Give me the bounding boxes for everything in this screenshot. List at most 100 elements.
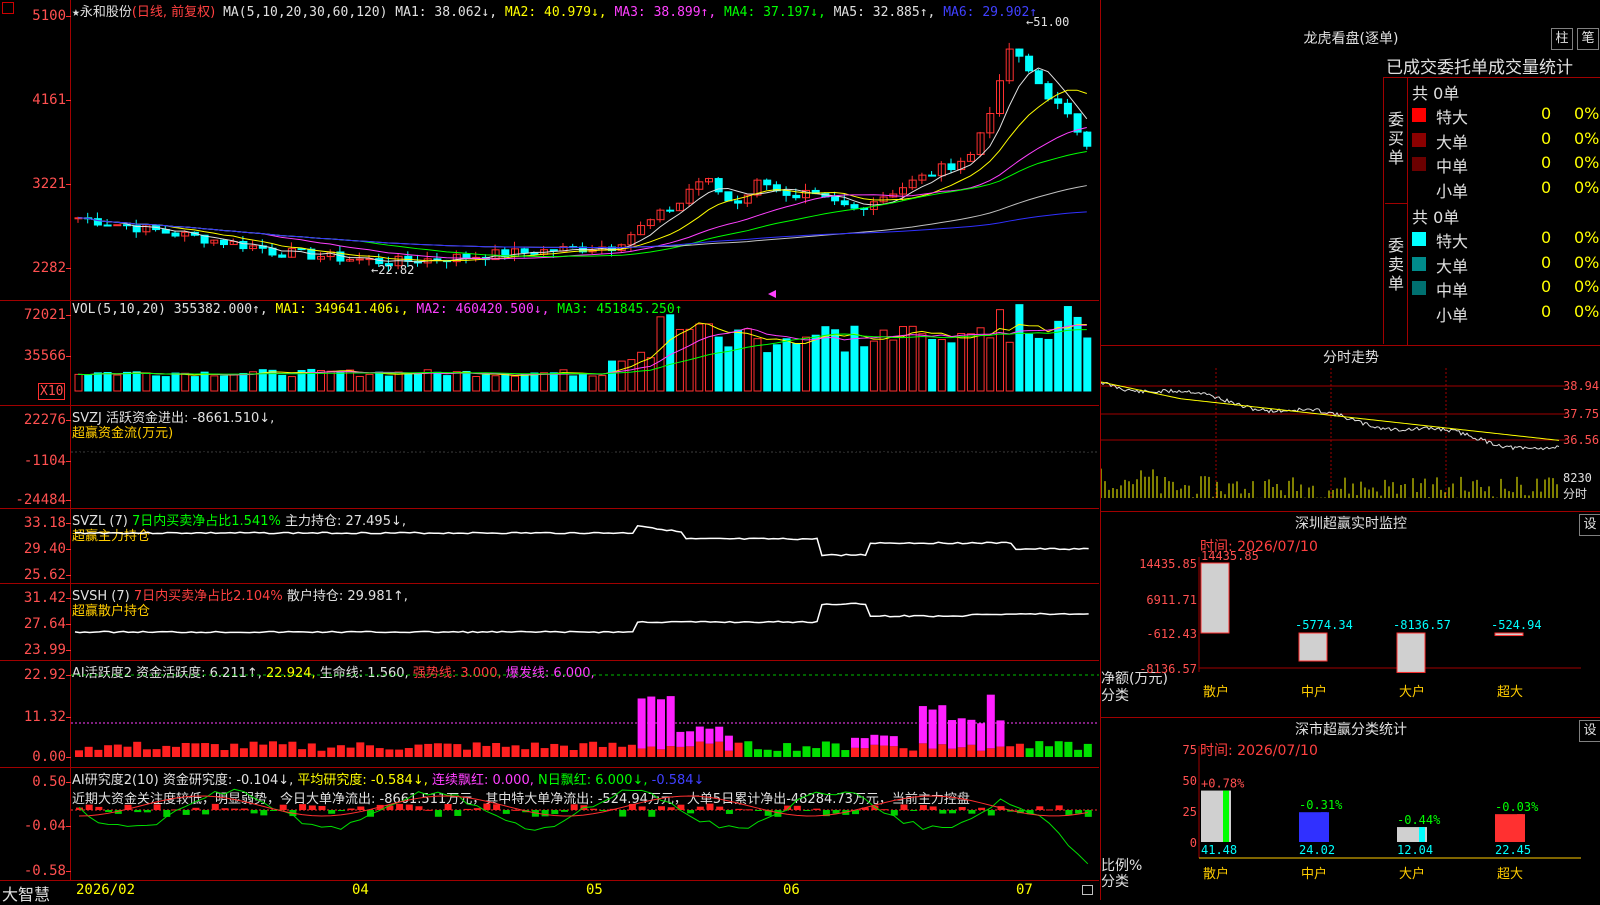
research-bar: [502, 810, 510, 814]
volume-chart[interactable]: [71, 301, 1099, 406]
activity-bar: [249, 741, 258, 757]
tick-mode-button[interactable]: 笔: [1577, 28, 1599, 50]
research-bar: [415, 806, 423, 810]
fund-flow-bar: [319, 452, 323, 453]
volume-bar: [152, 375, 161, 392]
activity-bar: [220, 750, 229, 757]
activity-bar: [1074, 749, 1083, 757]
lhb-cell-p: 0%: [1574, 277, 1600, 296]
monitor-chart[interactable]: 14435.85 6911.71 -612.43 -8136.57 14435.85 散户…: [1101, 512, 1600, 718]
fund-flow-bar: [164, 451, 168, 453]
lhb-cell-v: 0: [1541, 104, 1552, 123]
research-bar: [473, 808, 481, 810]
activity-burst-bar: [986, 694, 995, 749]
fund-flow-bar: [552, 452, 556, 454]
fund-flow-bar: [358, 451, 362, 453]
research-bar: [143, 810, 151, 813]
svzj-pane[interactable]: 22276 -1104 -24484 SVZJ 活跃资金进出: -8661.51…: [0, 405, 1099, 509]
fund-flow-bar: [600, 452, 604, 454]
lock-icon[interactable]: [1082, 885, 1093, 895]
ai2-tick: 0.50: [0, 774, 71, 790]
research-bar: [1065, 810, 1073, 816]
lhb-cell-label: 中单: [1436, 281, 1469, 300]
activity-bar: [957, 747, 966, 757]
kline-chart[interactable]: ←51.00 ←22.82: [71, 0, 1099, 300]
volume-bar: [705, 323, 713, 392]
volume-bar: [763, 352, 772, 392]
svzl-chart[interactable]: [71, 509, 1099, 584]
fund-flow-bar: [1027, 449, 1031, 452]
activity-burst-bar: [918, 706, 927, 744]
research-bar: [949, 810, 956, 814]
svzj-chart[interactable]: [71, 406, 1099, 509]
activity-bar: [1025, 748, 1034, 757]
research-bar: [716, 806, 724, 810]
volume-axis: 72021 35566 X10: [0, 301, 71, 406]
lhb-cell-v: 0: [1541, 252, 1552, 272]
volume-bar: [714, 336, 723, 392]
fund-flow-bar: [338, 451, 342, 453]
classify-chart[interactable]: 75 50 25 0 +0.78% 41.48 散户 -0.31% 24.02 中户 -0.44% 1…: [1101, 718, 1600, 901]
corner-marker[interactable]: [2, 2, 14, 14]
fund-flow-bar: [261, 452, 265, 453]
ai-activity-pane[interactable]: 22.92 11.32 0.00 AI活跃度2 资金活跃度: 6.211↑, 2…: [0, 660, 1099, 768]
research-bar: [347, 808, 355, 810]
svzl-pane[interactable]: 33.18 29.40 25.62 SVZL (7) 7日内买卖净占比1.541…: [0, 508, 1099, 584]
volume-bar: [860, 346, 869, 392]
monitor-bar: [1494, 632, 1524, 637]
brand-logo[interactable]: 大智慧: [2, 881, 50, 905]
activity-burst-bar: [695, 726, 704, 742]
candle: [782, 190, 791, 196]
ai-research-chart[interactable]: [71, 768, 1099, 881]
activity-bar: [1035, 741, 1044, 757]
fund-flow-bar: [610, 451, 614, 453]
lhb-cell-label: 小单: [1436, 305, 1469, 325]
svsh-chart[interactable]: [71, 584, 1099, 661]
minute-chart[interactable]: 38.94 37.75 36.56 8230 分时: [1101, 368, 1600, 511]
volume-bar: [132, 371, 141, 392]
kline-pane[interactable]: 5100 4161 3221 2282 ★永和股份(日线, 前复权) MA(5,…: [0, 0, 1099, 300]
fund-flow-bar: [542, 452, 546, 454]
bar-mode-button[interactable]: 柱: [1551, 28, 1573, 50]
volume-unit-badge[interactable]: X10: [38, 383, 66, 400]
classify-share-label: 24.02: [1299, 843, 1335, 857]
research-bar: [512, 809, 520, 811]
activity-burst-bar: [938, 705, 947, 745]
fund-flow-bar: [804, 437, 808, 452]
activity-bar: [705, 743, 714, 757]
lhb-cell-label: 大单: [1436, 132, 1469, 152]
ai-research-pane[interactable]: 0.50 -0.04 -0.58 AI研究度2(10) 资金研究度: -0.10…: [0, 767, 1099, 881]
candle: [355, 258, 364, 261]
ai2-tick: -0.04: [0, 818, 71, 834]
activity-bar: [647, 746, 656, 757]
ma-line-60: [77, 185, 1087, 249]
fund-flow-bar: [891, 442, 895, 452]
activity-bar: [851, 747, 859, 757]
activity-burst-bar: [657, 699, 665, 750]
volume-bar: [675, 328, 684, 392]
classify-category: 大户: [1399, 866, 1425, 882]
total-sell: 共 0单: [1412, 208, 1460, 227]
research-bar: [192, 807, 200, 810]
research-bar: [755, 810, 762, 811]
fund-flow-bar: [251, 452, 255, 454]
volume-bar: [74, 373, 83, 392]
activity-bar: [453, 744, 462, 757]
price-tick: 4161: [0, 92, 71, 108]
research-bar: [958, 807, 966, 810]
fund-flow-bar: [154, 452, 158, 454]
ai-activity-chart[interactable]: [71, 661, 1099, 768]
activity-bar: [1045, 746, 1053, 757]
lhb-tabs[interactable]: 已成交委托单成交量统计: [1386, 53, 1600, 78]
volume-bar: [326, 370, 335, 392]
research-bar: [425, 809, 433, 811]
activity-bar: [75, 750, 83, 757]
monitor-category: 大户: [1399, 684, 1425, 700]
volume-pane[interactable]: 72021 35566 X10 VOL(5,10,20) 355382.000↑…: [0, 300, 1099, 406]
activity-bar: [754, 749, 762, 757]
svsh-pane[interactable]: 31.42 27.64 23.99 SVSH (7) 7日内买卖净占比2.104…: [0, 583, 1099, 661]
classify-share-label: 22.45: [1495, 843, 1531, 857]
minute-panel[interactable]: 分时走势 38.94 37.75 36.56 8230 分时: [1101, 345, 1600, 511]
fund-flow-bar: [445, 450, 449, 452]
lhb-cell-v: 0: [1541, 301, 1552, 321]
